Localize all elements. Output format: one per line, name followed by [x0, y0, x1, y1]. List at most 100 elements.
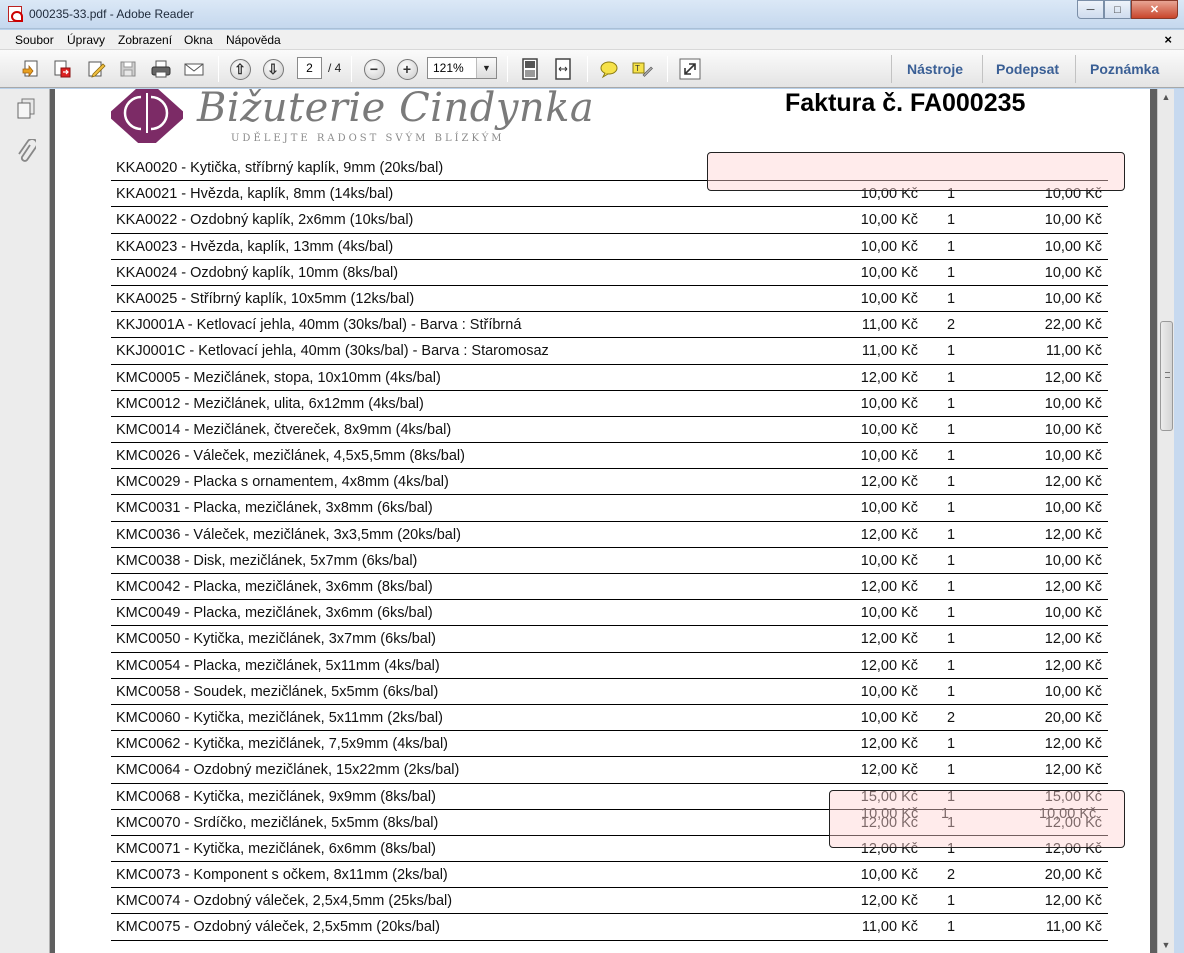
- save-button[interactable]: [117, 58, 139, 80]
- table-row: KMC0062 - Kytička, mezičlánek, 7,5x9mm (…: [111, 731, 1108, 758]
- line-total: 22,00 Kč: [1044, 317, 1102, 334]
- page-number-input[interactable]: 2: [297, 57, 322, 79]
- edit-button[interactable]: [85, 58, 107, 80]
- svg-text:T: T: [635, 64, 640, 73]
- unit-price: 12,00 Kč: [860, 526, 918, 543]
- table-row: KKA0022 - Ozdobný kaplík, 2x6mm (10ks/ba…: [111, 207, 1108, 234]
- quantity: 2: [946, 867, 956, 884]
- quantity: 1: [946, 238, 956, 255]
- menu-soubor[interactable]: Soubor: [15, 33, 54, 47]
- zoom-in-icon: +: [396, 58, 418, 80]
- menu-zobrazeni[interactable]: Zobrazení: [118, 33, 172, 47]
- invoice-title: Faktura č. FA000235: [785, 89, 1026, 117]
- unit-price: 10,00 Kč: [860, 238, 918, 255]
- quantity: 1: [946, 683, 956, 700]
- zoom-in-button[interactable]: +: [396, 58, 418, 80]
- zoom-value: 121%: [433, 61, 464, 75]
- table-row: KKA0025 - Stříbrný kaplík, 10x5mm (12ks/…: [111, 286, 1108, 313]
- minimize-button[interactable]: ─: [1077, 0, 1104, 19]
- menu-okna[interactable]: Okna: [184, 33, 213, 47]
- unit-price: 12,00 Kč: [860, 579, 918, 595]
- highlight-button[interactable]: T: [631, 58, 653, 80]
- comment-button[interactable]: [598, 58, 620, 80]
- close-document-button[interactable]: ×: [1164, 32, 1172, 47]
- menu-napoveda[interactable]: Nápověda: [226, 33, 281, 47]
- item-description: KMC0068 - Kytička, mezičlánek, 9x9mm (8k…: [116, 788, 436, 805]
- item-description: KMC0014 - Mezičlánek, čtvereček, 8x9mm (…: [116, 421, 452, 438]
- print-button[interactable]: [150, 58, 172, 80]
- table-row: KMC0026 - Váleček, mezičlánek, 4,5x5,5mm…: [111, 443, 1108, 470]
- item-description: KMC0050 - Kytička, mezičlánek, 3x7mm (6k…: [116, 631, 436, 648]
- unit-price: 10,00 Kč: [860, 605, 918, 622]
- fullscreen-button[interactable]: [679, 58, 701, 80]
- comment-pane-button[interactable]: Poznámka: [1090, 61, 1159, 77]
- table-row: KMC0054 - Placka, mezičlánek, 5x11mm (4k…: [111, 653, 1108, 679]
- fit-page-button[interactable]: [519, 58, 541, 80]
- zoom-out-button[interactable]: −: [363, 58, 385, 80]
- item-description: KMC0038 - Disk, mezičlánek, 5x7mm (6ks/b…: [116, 552, 418, 569]
- line-total: 12,00 Kč: [1044, 631, 1102, 648]
- zoom-out-icon: −: [363, 58, 385, 80]
- previous-page-button[interactable]: ⇧: [229, 58, 251, 80]
- pages-panel-button[interactable]: [16, 98, 36, 125]
- unit-price: 10,00 Kč: [860, 290, 918, 307]
- quantity: 1: [946, 369, 956, 386]
- unit-price: 12,00 Kč: [860, 762, 918, 779]
- create-pdf-button[interactable]: [20, 58, 42, 80]
- line-total: 11,00 Kč: [1045, 919, 1102, 936]
- line-total: 10,00 Kč: [1044, 605, 1102, 622]
- sign-pane-button[interactable]: Podepsat: [996, 61, 1059, 77]
- unit-price: 11,00 Kč: [861, 919, 918, 936]
- page-down-icon: ⇩: [262, 58, 284, 80]
- item-description: KMC0064 - Ozdobný mezičlánek, 15x22mm (2…: [116, 762, 460, 779]
- close-icon: ✕: [1149, 4, 1160, 16]
- unit-price: 12,00 Kč: [860, 736, 918, 753]
- logo-tagline: UDĚLEJTE RADOST SVÝM BLÍZKÝM: [231, 133, 505, 144]
- quantity: 1: [946, 605, 956, 622]
- unit-price: 10,00 Kč: [860, 395, 918, 412]
- unit-price: 11,00 Kč: [861, 317, 918, 334]
- highlight-annotation[interactable]: [829, 790, 1125, 848]
- tools-pane-button[interactable]: Nástroje: [907, 61, 963, 77]
- scrollbar-thumb[interactable]: [1160, 321, 1173, 431]
- scroll-up-icon[interactable]: ▲: [1158, 89, 1174, 105]
- highlight-annotation[interactable]: [707, 152, 1125, 191]
- document-viewport[interactable]: Bižuterie Cindynka UDĚLEJTE RADOST SVÝM …: [50, 89, 1157, 953]
- table-row: KMC0029 - Placka s ornamentem, 4x8mm (4k…: [111, 469, 1108, 496]
- quantity: 1: [946, 919, 956, 936]
- unit-price: 12,00 Kč: [860, 657, 918, 674]
- item-description: KMC0031 - Placka, mezičlánek, 3x8mm (6ks…: [116, 500, 433, 517]
- unit-price: 10,00 Kč: [860, 552, 918, 569]
- table-row: KMC0058 - Soudek, mezičlánek, 5x5mm (6ks…: [111, 679, 1108, 705]
- zoom-select[interactable]: 121% ▼: [427, 57, 497, 79]
- next-page-button[interactable]: ⇩: [262, 58, 284, 80]
- attachments-panel-button[interactable]: [16, 138, 38, 170]
- window-controls: ─ □ ✕: [1077, 0, 1178, 20]
- line-total: 12,00 Kč: [1044, 579, 1102, 595]
- line-total: 12,00 Kč: [1044, 893, 1102, 910]
- quantity: 1: [946, 500, 956, 517]
- table-row: KMC0050 - Kytička, mezičlánek, 3x7mm (6k…: [111, 626, 1108, 653]
- item-description: KMC0075 - Ozdobný váleček, 2,5x5mm (20ks…: [116, 919, 440, 936]
- item-description: KMC0058 - Soudek, mezičlánek, 5x5mm (6ks…: [116, 683, 439, 700]
- fit-width-button[interactable]: [552, 58, 574, 80]
- line-total: 10,00 Kč: [1044, 238, 1102, 255]
- unit-price: 10,00 Kč: [860, 264, 918, 281]
- chevron-down-icon[interactable]: ▼: [476, 58, 496, 78]
- quantity: 1: [946, 736, 956, 753]
- create-pdf-icon: [22, 60, 38, 78]
- unit-price: 12,00 Kč: [860, 369, 918, 386]
- line-total: 10,00 Kč: [1044, 264, 1102, 281]
- vertical-scrollbar[interactable]: ▲ ▼: [1157, 89, 1174, 953]
- line-total: 12,00 Kč: [1044, 474, 1102, 491]
- email-button[interactable]: [183, 58, 205, 80]
- scroll-down-icon[interactable]: ▼: [1158, 937, 1174, 953]
- maximize-button[interactable]: □: [1104, 0, 1131, 19]
- item-description: KMC0049 - Placka, mezičlánek, 3x6mm (6ks…: [116, 605, 433, 622]
- close-button[interactable]: ✕: [1131, 0, 1178, 19]
- line-total: 10,00 Kč: [1044, 421, 1102, 438]
- menu-upravy[interactable]: Úpravy: [67, 33, 105, 47]
- item-description: KMC0054 - Placka, mezičlánek, 5x11mm (4k…: [116, 657, 440, 674]
- export-pdf-button[interactable]: [51, 58, 73, 80]
- item-description: KMC0070 - Srdíčko, mezičlánek, 5x5mm (8k…: [116, 814, 439, 831]
